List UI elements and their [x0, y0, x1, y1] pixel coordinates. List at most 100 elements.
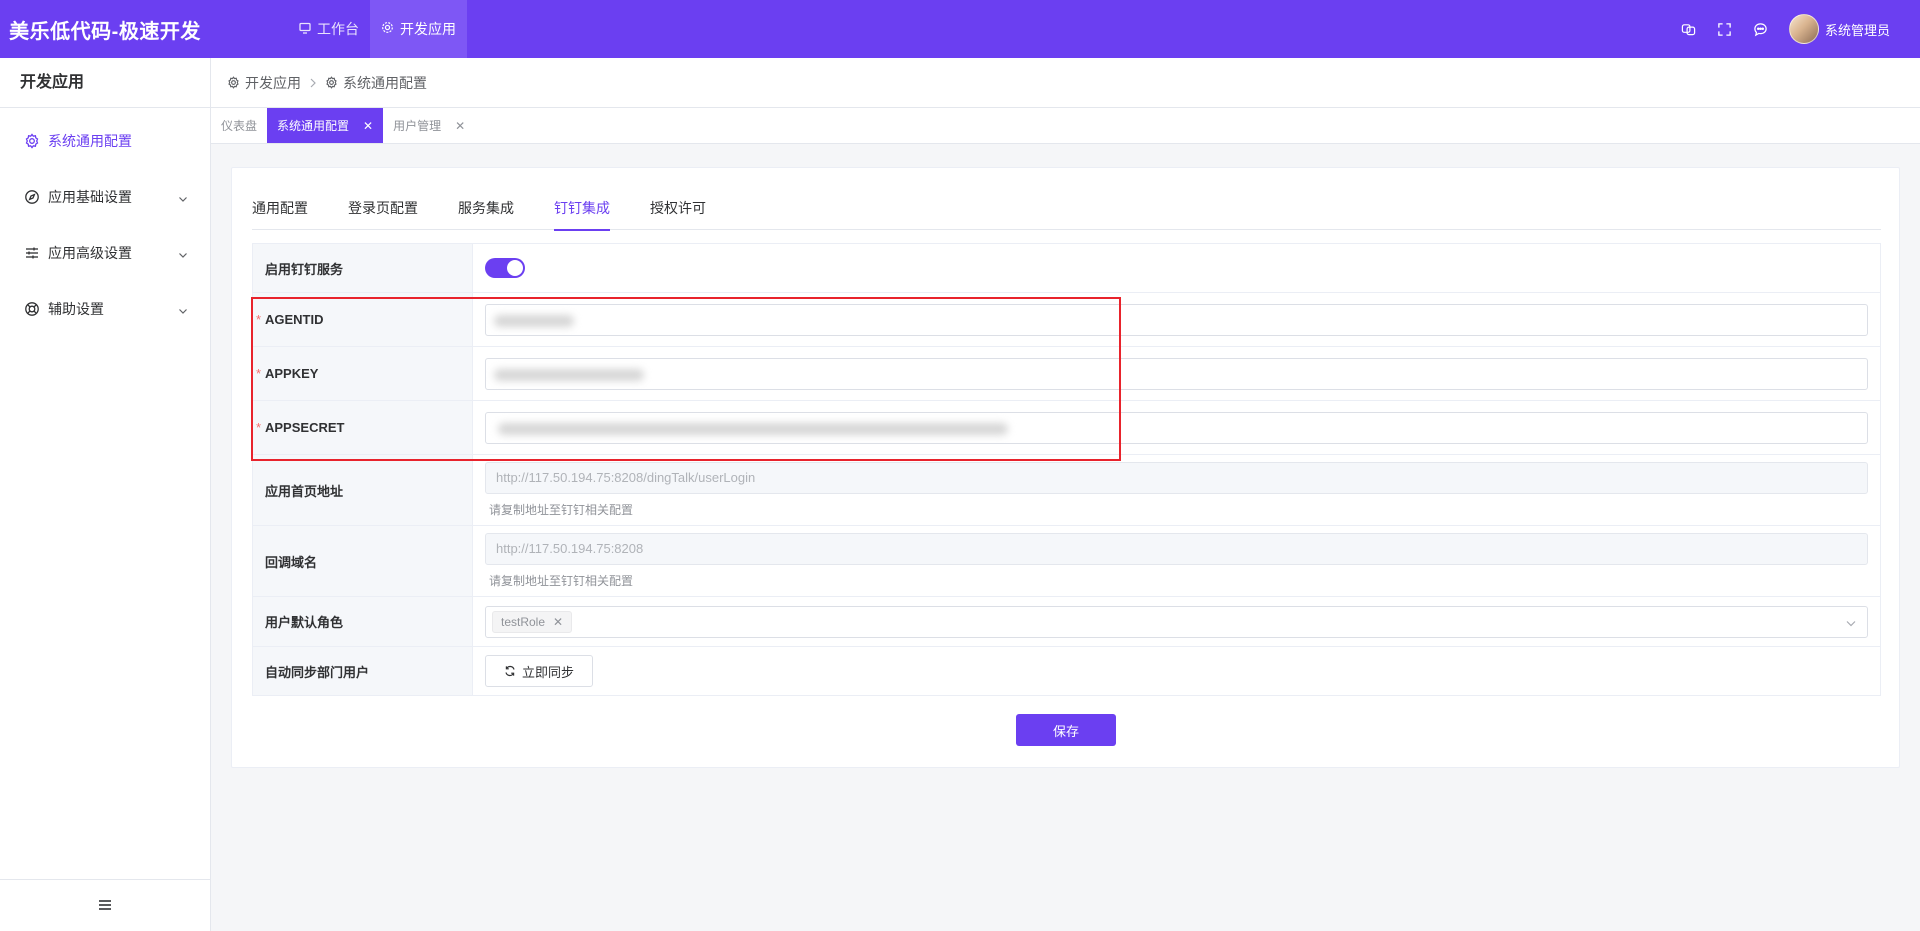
gear-icon [24, 133, 40, 149]
chevron-down-icon [178, 247, 188, 263]
tab-service-integration[interactable]: 服务集成 [458, 188, 514, 230]
translate-icon[interactable] [1671, 22, 1707, 37]
top-tab-dev-app[interactable]: 开发应用 [370, 0, 467, 58]
agentid-input[interactable] [485, 303, 1868, 336]
role-chip: testRole ✕ [492, 610, 573, 633]
sidebar-item-system-config[interactable]: 系统通用配置 [0, 113, 210, 169]
close-icon[interactable]: ✕ [363, 119, 373, 133]
form-label: 回调域名 [253, 526, 473, 596]
breadcrumb-item-dev-app[interactable]: 开发应用 [227, 73, 301, 93]
required-mark: * [256, 420, 262, 435]
tag-user-management[interactable]: 用户管理 ✕ [383, 108, 475, 143]
refresh-icon [505, 665, 515, 677]
tag-label: 仪表盘 [221, 119, 258, 133]
top-navbar: 美乐低代码-极速开发 工作台 开发应用 系统管理员 [0, 0, 1920, 58]
enable-dingtalk-switch[interactable] [485, 258, 525, 278]
form-label: 启用钉钉服务 [253, 244, 473, 292]
form-label: * APPKEY [253, 347, 473, 400]
dingtalk-form: 启用钉钉服务 * AGENTID * APPKEY * APPSECRET 应用… [252, 243, 1881, 696]
sidebar-item-label: 应用高级设置 [48, 245, 132, 261]
redacted-value [494, 368, 644, 381]
user-name: 系统管理员 [1824, 22, 1890, 38]
sidebar-item-advanced-settings[interactable]: 应用高级设置 [0, 225, 210, 281]
required-mark: * [256, 366, 262, 381]
role-chip-label: testRole [501, 614, 546, 629]
chevron-down-icon [178, 303, 188, 319]
chevron-right-icon [309, 78, 317, 88]
breadcrumb: 开发应用 系统通用配置 [211, 58, 1920, 108]
tab-license[interactable]: 授权许可 [650, 188, 706, 230]
sidebar-title: 开发应用 [0, 58, 210, 108]
breadcrumb-item-system-config: 系统通用配置 [325, 73, 427, 93]
appkey-input[interactable] [485, 357, 1868, 390]
menu-fold-icon [98, 898, 112, 914]
top-tab-label: 工作台 [317, 21, 359, 37]
redacted-value [494, 314, 574, 327]
sync-now-label: 立即同步 [521, 664, 574, 680]
sidebar: 开发应用 系统通用配置 应用基础设置 应用高级设置 辅助设置 [0, 58, 211, 931]
compass-icon [24, 189, 40, 205]
sidebar-item-label: 系统通用配置 [48, 133, 132, 149]
monitor-icon [299, 21, 317, 37]
form-row-sync: 自动同步部门用户 立即同步 [253, 647, 1880, 695]
config-card: 通用配置 登录页配置 服务集成 钉钉集成 授权许可 启用钉钉服务 * AGENTI… [231, 167, 1900, 768]
config-tabs: 通用配置 登录页配置 服务集成 钉钉集成 授权许可 [252, 188, 1881, 231]
gear-icon [326, 76, 337, 89]
tag-dashboard[interactable]: 仪表盘 [221, 108, 267, 143]
tab-login-page[interactable]: 登录页配置 [348, 188, 418, 230]
redacted-value [498, 422, 1008, 435]
callback-domain-input[interactable]: http://117.50.194.75:8208 [485, 533, 1868, 565]
tags-view: 仪表盘 系统通用配置 ✕ 用户管理 ✕ [211, 108, 1920, 144]
form-row-appkey: * APPKEY [253, 347, 1880, 401]
sidebar-item-label: 辅助设置 [48, 301, 104, 317]
form-label-text: APPSECRET [265, 420, 345, 435]
default-role-select[interactable]: testRole ✕ [485, 605, 1868, 638]
brand-title: 美乐低代码-极速开发 [9, 20, 201, 43]
form-row-enable: 启用钉钉服务 [253, 244, 1880, 293]
fullscreen-icon[interactable] [1707, 22, 1743, 37]
sidebar-collapse-button[interactable] [0, 879, 210, 931]
form-label: * AGENTID [253, 293, 473, 346]
form-label: 自动同步部门用户 [253, 647, 473, 695]
message-icon[interactable] [1743, 22, 1779, 37]
tag-label: 用户管理 [393, 119, 442, 133]
appsecret-input[interactable] [485, 411, 1868, 444]
form-row-default-role: 用户默认角色 testRole ✕ [253, 597, 1880, 647]
tag-label: 系统通用配置 [277, 119, 350, 133]
gear-icon [381, 21, 400, 37]
form-label: * APPSECRET [253, 401, 473, 454]
sync-now-button[interactable]: 立即同步 [485, 655, 593, 687]
sidebar-item-basic-settings[interactable]: 应用基础设置 [0, 169, 210, 225]
form-row-agentid: * AGENTID [253, 293, 1880, 347]
tag-system-config[interactable]: 系统通用配置 ✕ [267, 108, 384, 143]
sidebar-item-aux-settings[interactable]: 辅助设置 [0, 281, 210, 337]
user-menu[interactable]: 系统管理员 [1788, 14, 1890, 44]
gear-icon [228, 76, 239, 89]
top-tab-label: 开发应用 [400, 21, 456, 37]
form-row-callback: 回调域名 http://117.50.194.75:8208 请复制地址至钉钉相… [253, 526, 1880, 597]
home-url-input[interactable]: http://117.50.194.75:8208/dingTalk/userL… [485, 462, 1868, 494]
tab-general[interactable]: 通用配置 [252, 188, 308, 230]
form-label: 应用首页地址 [253, 455, 473, 525]
avatar [1788, 14, 1819, 44]
close-icon[interactable]: ✕ [455, 119, 465, 133]
form-row-appsecret: * APPSECRET [253, 401, 1880, 455]
sidebar-item-label: 应用基础设置 [48, 189, 132, 205]
form-row-home-url: 应用首页地址 http://117.50.194.75:8208/dingTal… [253, 455, 1880, 526]
sliders-icon [24, 245, 40, 261]
save-button[interactable]: 保存 [1016, 714, 1116, 746]
chevron-down-icon [1845, 616, 1857, 632]
chevron-down-icon [178, 191, 188, 207]
callback-hint: 请复制地址至钉钉相关配置 [489, 574, 634, 588]
required-mark: * [256, 312, 262, 327]
lifebuoy-icon [24, 301, 40, 317]
form-label: 用户默认角色 [253, 597, 473, 646]
form-label-text: AGENTID [265, 312, 324, 327]
tab-dingtalk[interactable]: 钉钉集成 [554, 188, 610, 231]
breadcrumb-label: 开发应用 [245, 74, 301, 91]
top-right-tools: 系统管理员 [1671, 14, 1920, 44]
close-icon[interactable]: ✕ [553, 611, 563, 633]
top-nav-tabs: 工作台 开发应用 [288, 0, 467, 58]
top-tab-workbench[interactable]: 工作台 [288, 0, 370, 58]
home-url-hint: 请复制地址至钉钉相关配置 [489, 503, 634, 517]
